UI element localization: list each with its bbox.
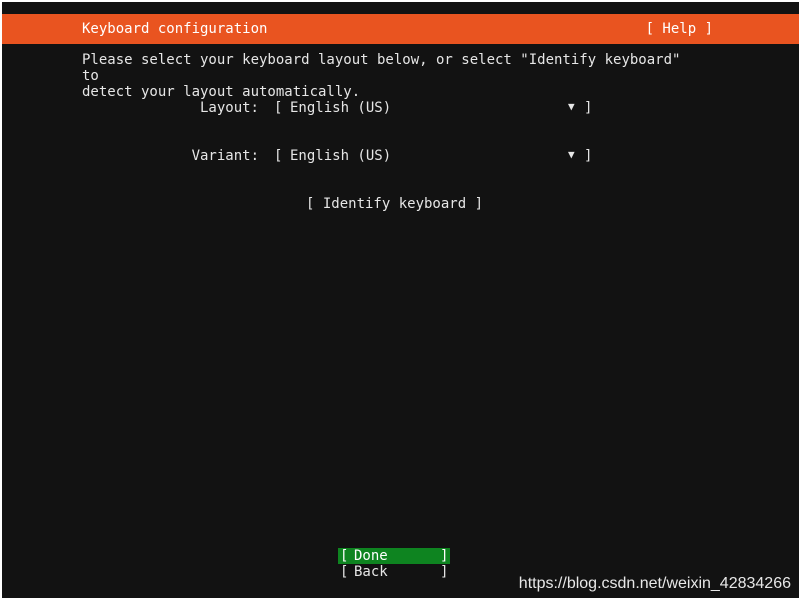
help-button[interactable]: [ Help ] xyxy=(646,19,713,39)
done-button[interactable]: [ Done ] xyxy=(338,548,450,564)
layout-row: Layout: [ English (US) ▼ ] xyxy=(2,98,799,118)
variant-bracket-close: ] xyxy=(584,148,593,164)
variant-select[interactable]: [ English (US) ▼ ] xyxy=(274,146,594,166)
back-button[interactable]: [ Back ] xyxy=(338,564,450,580)
identify-keyboard-button[interactable]: [ Identify keyboard ] xyxy=(306,194,483,214)
variant-bracket-open: [ xyxy=(274,148,283,164)
back-label: Back xyxy=(354,564,388,580)
variant-label: Variant: xyxy=(191,148,259,164)
watermark-text: https://blog.csdn.net/weixin_42834266 xyxy=(518,575,791,592)
done-label: Done xyxy=(354,548,388,564)
back-bracket-open: [ xyxy=(340,564,349,580)
page-title: Keyboard configuration xyxy=(82,21,268,37)
back-bracket-close: ] xyxy=(440,564,449,580)
intro-text: Please select your keyboard layout below… xyxy=(82,52,681,100)
layout-value: English (US) xyxy=(290,100,392,116)
layout-bracket-close: ] xyxy=(584,100,593,116)
layout-bracket-open: [ xyxy=(274,100,283,116)
header-bar: Keyboard configuration [ Help ] xyxy=(2,14,799,44)
layout-label: Layout: xyxy=(199,100,259,116)
variant-row: Variant: [ English (US) ▼ ] xyxy=(2,146,799,166)
installer-screen: Keyboard configuration [ Help ] Please s… xyxy=(2,2,799,598)
variant-value: English (US) xyxy=(290,148,392,164)
done-bracket-close: ] xyxy=(440,548,449,564)
layout-select[interactable]: [ English (US) ▼ ] xyxy=(274,98,594,118)
done-bracket-open: [ xyxy=(340,548,349,564)
dropdown-arrow-icon: ▼ xyxy=(568,148,575,161)
dropdown-arrow-icon: ▼ xyxy=(568,100,575,113)
